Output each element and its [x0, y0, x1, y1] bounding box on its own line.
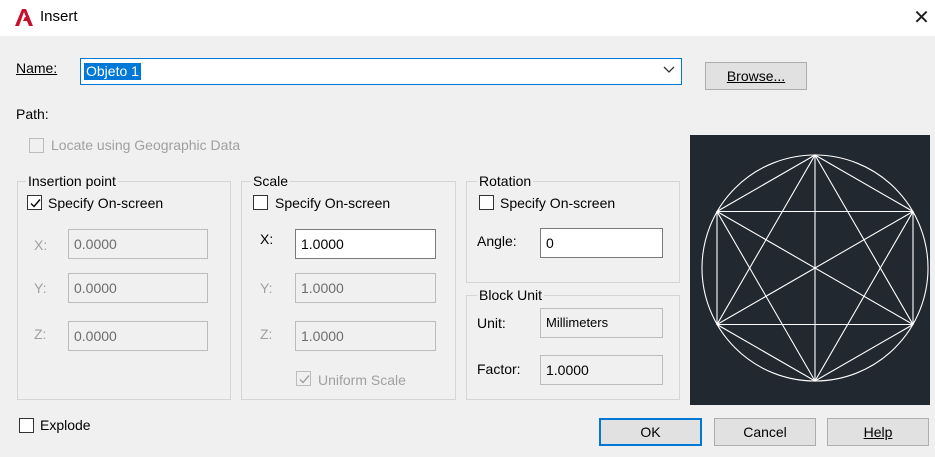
insertion-specify-checkbox[interactable] [27, 195, 42, 210]
uniform-scale-label: Uniform Scale [318, 372, 406, 388]
title-bar: Insert ✕ [0, 0, 935, 36]
rotation-specify-checkbox[interactable] [479, 195, 494, 210]
explode-checkbox[interactable] [19, 418, 34, 433]
unit-value-field: Millimeters [540, 308, 663, 338]
checkmark-icon [30, 199, 41, 208]
factor-label: Factor: [477, 361, 521, 377]
insertion-z-field: 0.0000 [68, 321, 208, 351]
path-label: Path: [16, 106, 49, 122]
block-unit-title: Block Unit [477, 287, 545, 303]
factor-value-field: 1.0000 [540, 355, 663, 385]
scale-title: Scale [251, 173, 291, 189]
geo-label: Locate using Geographic Data [51, 137, 241, 153]
block-preview [690, 135, 930, 405]
rotation-angle-input[interactable]: 0 [540, 228, 663, 258]
insertion-y-label: Y: [34, 280, 47, 296]
scale-z-field: 1.0000 [295, 321, 436, 351]
scale-x-label: X: [260, 231, 274, 247]
hexagon-block-preview-image [701, 153, 929, 383]
name-combobox-value: Objeto 1 [84, 63, 141, 80]
uniform-scale-checkbox[interactable] [296, 371, 311, 386]
help-button[interactable]: Help [827, 418, 929, 446]
scale-z-label: Z: [260, 326, 273, 342]
explode-label: Explode [40, 417, 91, 433]
cancel-button[interactable]: Cancel [714, 418, 816, 446]
checkmark-icon [299, 375, 310, 384]
insertion-x-field: 0.0000 [68, 229, 208, 259]
rotation-angle-label: Angle: [477, 233, 517, 249]
name-label: Name: [16, 60, 57, 76]
rotation-title: Rotation [477, 173, 534, 189]
ok-button-label: OK [640, 424, 661, 440]
geo-checkbox[interactable] [29, 138, 44, 153]
scale-specify-checkbox[interactable] [253, 195, 268, 210]
window-title: Insert [40, 8, 78, 25]
scale-x-input[interactable]: 1.0000 [295, 229, 436, 259]
cancel-button-label: Cancel [743, 424, 787, 440]
browse-button[interactable]: Browse... [705, 62, 807, 90]
ok-button[interactable]: OK [599, 418, 702, 446]
insertion-specify-label: Specify On-screen [48, 195, 164, 211]
help-button-label: Help [863, 424, 893, 440]
scale-y-field: 1.0000 [295, 273, 436, 303]
autocad-a-icon [15, 9, 33, 26]
unit-label: Unit: [477, 315, 506, 331]
scale-specify-label: Specify On-screen [275, 195, 391, 211]
insertion-z-label: Z: [34, 326, 47, 342]
rotation-specify-label: Specify On-screen [500, 195, 616, 211]
insertion-y-field: 0.0000 [68, 273, 208, 303]
insertion-point-title: Insertion point [26, 173, 118, 189]
close-icon: ✕ [913, 7, 930, 29]
chevron-down-icon[interactable] [663, 62, 675, 79]
name-combobox[interactable]: Objeto 1 [80, 58, 682, 85]
scale-y-label: Y: [260, 280, 273, 296]
browse-button-label: Browse... [726, 68, 786, 84]
close-button[interactable]: ✕ [908, 3, 935, 33]
name-label-text: Name: [16, 60, 58, 76]
insertion-x-label: X: [34, 237, 48, 253]
